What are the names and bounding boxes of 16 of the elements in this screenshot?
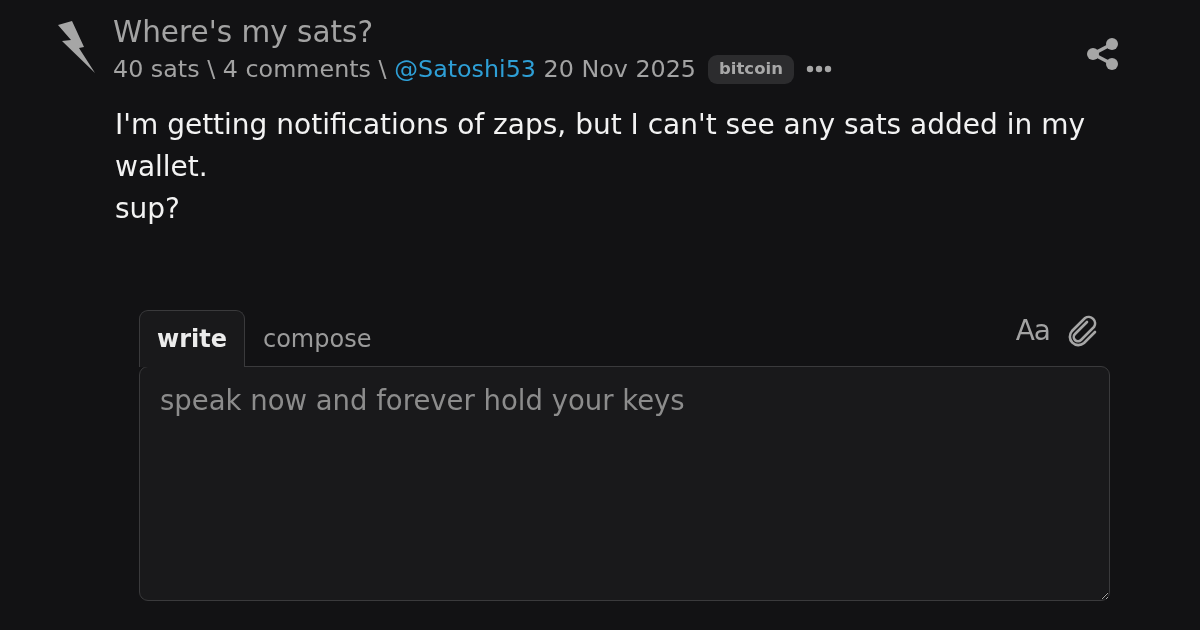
comment-input-field[interactable]: speak now and forever hold your keys bbox=[139, 366, 1110, 601]
meta-text[interactable]: 20 Nov 2025 bbox=[543, 50, 696, 88]
lightning-bolt-icon[interactable] bbox=[58, 21, 95, 73]
editor-tab[interactable]: write bbox=[139, 310, 245, 367]
tag-badge[interactable]: bitcoin bbox=[708, 54, 794, 84]
post-body: I'm getting notifications of zaps, but I can't see any sats added in my wallet. sup? bbox=[114, 107, 1086, 227]
editor-tab[interactable]: compose bbox=[245, 310, 390, 367]
separator: \ bbox=[207, 54, 216, 85]
meta-text[interactable]: 40 sats bbox=[113, 50, 200, 88]
more-options-icon[interactable] bbox=[805, 65, 832, 73]
share-icon[interactable] bbox=[1087, 38, 1118, 70]
username-link[interactable]: @Satoshi53 bbox=[394, 50, 536, 88]
post-title[interactable]: Where's my sats? bbox=[113, 14, 1087, 50]
meta-text[interactable]: 4 comments bbox=[222, 50, 371, 88]
separator: \ bbox=[378, 54, 387, 85]
text-format-button[interactable]: Aa bbox=[1015, 315, 1050, 346]
